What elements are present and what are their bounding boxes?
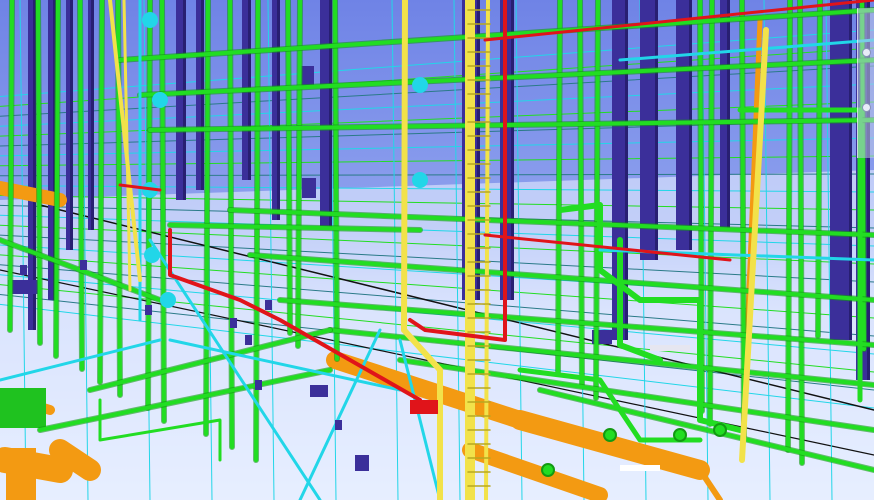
riser-column-shade [849,0,852,340]
mep-model-scene[interactable] [0,0,874,500]
pipe-elbow [603,428,617,442]
green-pipe-vertical [146,0,152,410]
green-pipe-vertical [708,0,714,426]
cyan-valve [152,92,168,108]
cyan-valve [144,247,160,263]
green-pipe-vertical [160,0,166,423]
cyan-valve [412,77,428,93]
fitting-box [335,420,342,430]
pipe-elbow [541,463,555,477]
green-pipe-vertical [36,0,42,345]
green-pipe-vertical [296,0,302,348]
green-pipe-vertical [556,0,562,374]
white-sleeve [620,465,660,471]
cyan-valve [160,292,176,308]
fitting-box [80,260,87,270]
fitting-box [255,380,262,390]
orange-equipment-box [6,448,36,500]
fitting-box [20,265,27,275]
pipe-elbow [673,428,687,442]
equipment-box [310,385,328,397]
riser-column-shade [655,0,658,260]
green-pipe-vertical [204,0,210,436]
riser-column-shade [727,0,730,230]
cyan-valve [142,12,158,28]
riser-column-shade [511,0,514,300]
nav-dot-icon[interactable] [862,103,871,112]
red-valve [410,400,438,414]
green-pipe-vertical [786,0,792,452]
green-pipe-vertical [594,0,600,400]
green-pipe-vertical [816,0,822,338]
viewcube-nav-icon[interactable] [857,8,874,158]
riser-column-shade [70,0,73,250]
green-equipment-box [0,388,46,428]
cyan-valve [412,172,428,188]
green-pipe-vertical [54,0,60,358]
fitting-box [145,305,152,315]
riser-column [830,0,852,340]
riser-column-shade [329,0,332,230]
green-pipe-vertical [98,0,104,384]
green-pipe-vertical [78,0,84,371]
green-pipe-vertical [8,0,14,332]
bim-3d-viewport[interactable] [0,0,874,500]
fitting-box [245,335,252,345]
riser-column-shade [183,0,186,200]
nav-dot-icon[interactable] [862,48,871,57]
green-pipe-vertical [254,0,260,462]
green-pipe-vertical [578,0,584,387]
riser-column-shade [91,0,94,230]
riser-column-shade [277,0,280,220]
equipment-box [302,178,316,198]
fitting-box [265,300,272,310]
yellow-cable-tray [484,0,490,500]
equipment-box [355,455,369,471]
pipe-elbow [713,423,727,437]
yellow-cable-tray [401,0,408,333]
fitting-box [230,318,237,328]
white-sleeve [650,345,690,351]
